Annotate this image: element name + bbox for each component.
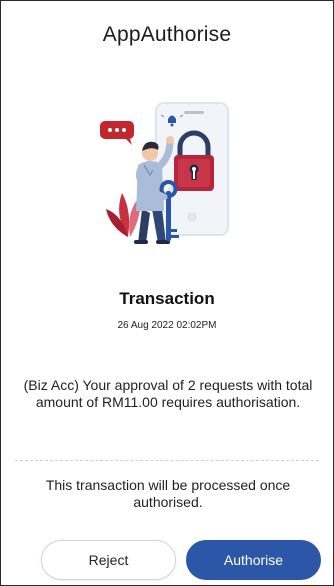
app-screen: AppAuthorise Transaction 26 Aug 2022 02:… [0, 0, 334, 586]
transaction-title: Transaction [119, 289, 215, 308]
authorise-button[interactable]: Authorise [186, 540, 321, 580]
reject-button[interactable]: Reject [41, 540, 176, 580]
security-illustration-icon [100, 102, 229, 244]
processing-note: This transaction will be processed once … [45, 477, 291, 510]
app-title: AppAuthorise [102, 23, 232, 46]
padlock-phone-illustration [98, 97, 248, 247]
approval-message: (Biz Acc) Your approval of 2 requests wi… [23, 377, 313, 410]
dashed-divider [15, 460, 319, 461]
transaction-datetime: 26 Aug 2022 02:02PM [117, 320, 217, 331]
